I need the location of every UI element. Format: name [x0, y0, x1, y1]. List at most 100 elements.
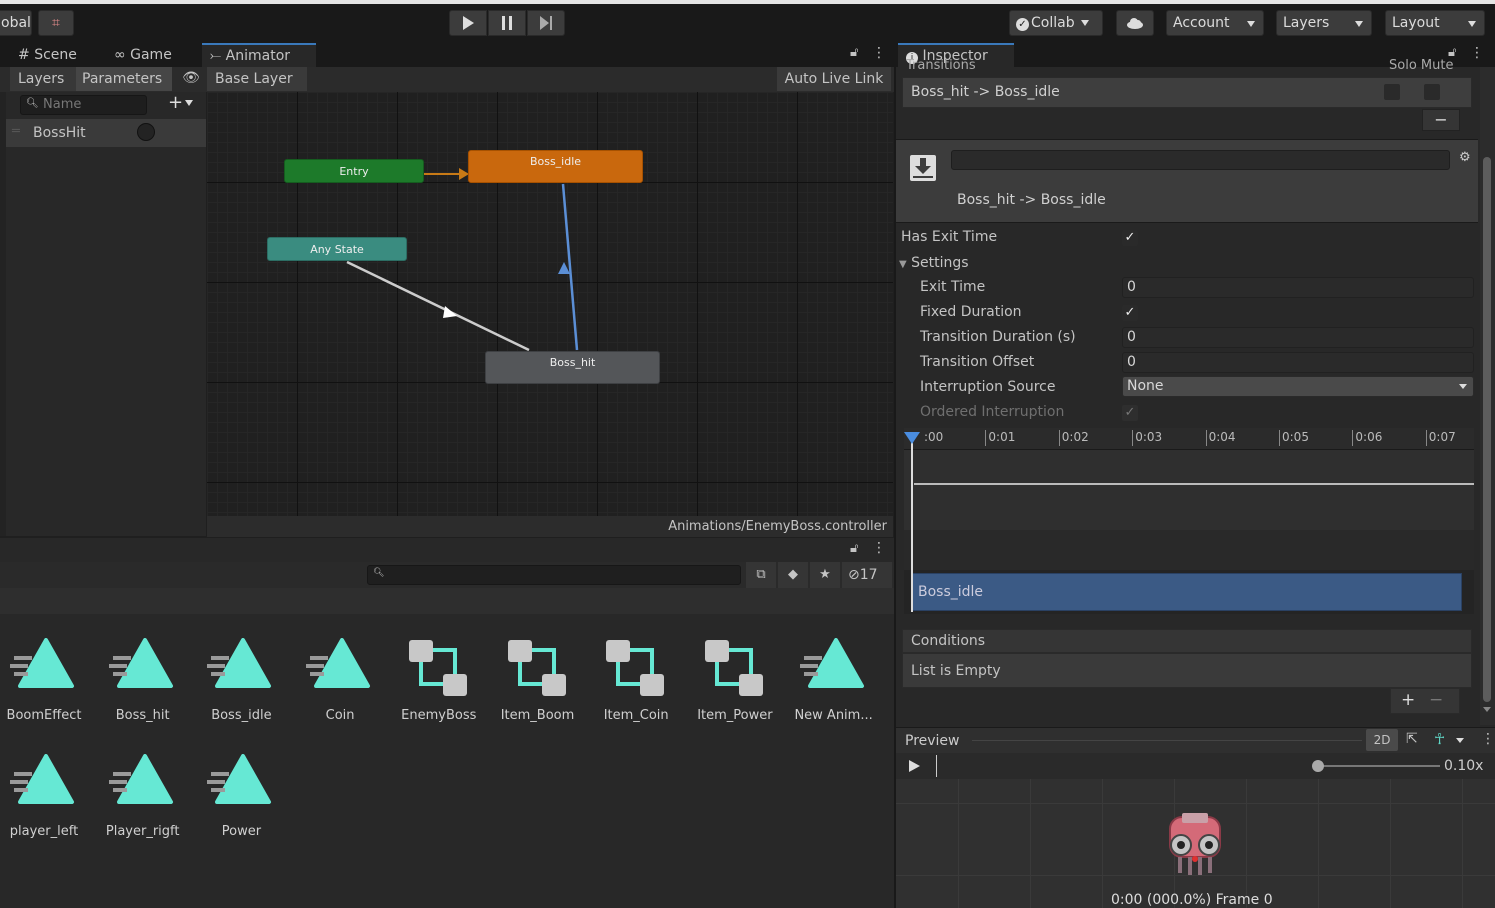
- transition-duration-field[interactable]: 0: [1122, 327, 1474, 348]
- add-condition-button[interactable]: +: [1401, 690, 1415, 710]
- transition-timeline[interactable]: :00 0:01 0:02 0:03 0:04 0:05 0:06 0:07 Boss_idl…: [904, 428, 1474, 614]
- project-search-input[interactable]: 🔍︎: [367, 565, 741, 585]
- chevron-down-icon[interactable]: [1456, 738, 1464, 743]
- pivot-icon[interactable]: ⇱: [1406, 731, 1418, 747]
- pause-button[interactable]: [488, 10, 526, 36]
- filter-by-label-button[interactable]: ◆: [778, 562, 808, 588]
- layers-dropdown[interactable]: Layers: [1276, 10, 1372, 36]
- tab-game-label: Game: [130, 47, 172, 63]
- project-breadcrumb-bar: [0, 588, 894, 614]
- asset-name: Boss_idle: [211, 708, 272, 723]
- global-toggle[interactable]: obal: [0, 10, 32, 36]
- exit-time-field[interactable]: 0: [1122, 277, 1474, 298]
- transitions-header: Transitions: [906, 58, 976, 70]
- cloud-icon: [1127, 18, 1143, 29]
- tab-game[interactable]: ∞ Game: [106, 43, 180, 67]
- remove-transition-button[interactable]: −: [1422, 109, 1460, 131]
- trigger-radio[interactable]: [137, 123, 155, 141]
- parameter-search-input[interactable]: 🔍︎ Name: [20, 95, 147, 115]
- add-parameter-button[interactable]: +: [168, 92, 194, 113]
- preview-drag-bar[interactable]: [972, 740, 1362, 741]
- project-toolbar: 🔍︎ ⧉ ◆ ★ ⊘17: [0, 562, 894, 588]
- tab-animator[interactable]: ⤚ Animator: [202, 43, 316, 67]
- lock-icon[interactable]: 🔓︎: [850, 45, 858, 60]
- eye-icon[interactable]: 👁︎: [176, 70, 206, 86]
- preview-viewport[interactable]: 0:00 (000.0%) Frame 0: [896, 779, 1495, 908]
- speed-slider-track[interactable]: [1318, 765, 1440, 767]
- preview-header: Preview 2D ⇱ ☥ ⋮: [896, 727, 1495, 753]
- ordered-interruption-checkbox: ✓: [1122, 405, 1138, 421]
- filter-by-type-button[interactable]: ⧉: [746, 562, 776, 588]
- transition-name-field[interactable]: [951, 150, 1450, 170]
- play-button[interactable]: [449, 10, 487, 36]
- layout-label: Layout: [1392, 15, 1440, 31]
- preview-time-cursor[interactable]: [936, 755, 937, 777]
- favorites-button[interactable]: ★: [810, 562, 840, 588]
- parameters-tab-button[interactable]: Parameters: [76, 67, 172, 91]
- speed-value: 0.10x: [1444, 758, 1484, 774]
- transition-title: Boss_hit -> Boss_idle: [957, 192, 1106, 208]
- inspector-scrollbar[interactable]: [1480, 67, 1495, 725]
- state-boss-idle[interactable]: Boss_idle: [468, 150, 643, 183]
- interruption-source-dropdown[interactable]: None: [1122, 376, 1474, 397]
- hidden-packages-button[interactable]: ⊘17: [842, 562, 892, 588]
- layers-tab-button[interactable]: Layers: [10, 67, 76, 91]
- parameter-name: BossHit: [33, 125, 86, 141]
- remove-condition-button[interactable]: −: [1429, 690, 1443, 710]
- solo-checkbox[interactable]: [1384, 84, 1400, 100]
- playhead[interactable]: [911, 434, 913, 612]
- source-clip-line: [914, 483, 1474, 485]
- mode-2d-toggle[interactable]: 2D: [1366, 729, 1398, 751]
- playhead-marker-icon[interactable]: [904, 432, 920, 444]
- animator-graph[interactable]: Entry Boss_idle Any State Boss_hit: [207, 92, 893, 516]
- lock-icon[interactable]: 🔓︎: [850, 541, 858, 556]
- parameter-row[interactable]: ═ BossHit: [6, 119, 206, 147]
- animation-clip-icon: [10, 638, 74, 688]
- step-button[interactable]: [527, 10, 565, 36]
- kebab-menu-icon[interactable]: ⋮: [872, 540, 886, 556]
- animation-clip-icon: [10, 754, 74, 804]
- fixed-duration-checkbox[interactable]: ✓: [1122, 305, 1138, 321]
- state-any-state[interactable]: Any State: [267, 237, 407, 261]
- cloud-button[interactable]: [1116, 10, 1154, 36]
- kebab-menu-icon[interactable]: ⋮: [872, 45, 886, 61]
- preview-readout: 0:00 (000.0%) Frame 0: [1111, 892, 1273, 908]
- kebab-menu-icon[interactable]: ⋮: [1470, 45, 1484, 61]
- preview-play-icon[interactable]: [909, 760, 920, 772]
- auto-live-link-button[interactable]: Auto Live Link: [777, 67, 891, 91]
- state-boss-hit[interactable]: Boss_hit: [485, 351, 660, 384]
- tab-scene-label: Scene: [34, 47, 77, 63]
- parameters-panel: 🔍︎ Name + ═ BossHit: [6, 92, 206, 536]
- project-panel: 🔓︎ ⋮ 🔍︎ ⧉ ◆ ★ ⊘17 BoomEffect Boss_hit Boss…: [0, 538, 894, 908]
- timeline-tick: 0:01: [985, 430, 1015, 446]
- destination-clip[interactable]: Boss_idle: [912, 573, 1462, 611]
- kebab-menu-icon[interactable]: ⋮: [1481, 731, 1495, 747]
- layout-dropdown[interactable]: Layout: [1385, 10, 1485, 36]
- drag-handle-icon[interactable]: ═: [12, 124, 20, 139]
- tab-scene[interactable]: # Scene: [10, 43, 85, 67]
- scrollbar-thumb[interactable]: [1483, 157, 1491, 702]
- mute-checkbox[interactable]: [1424, 84, 1440, 100]
- transition-list-item[interactable]: Boss_hit -> Boss_idle: [902, 77, 1472, 108]
- gap-track: [904, 530, 1474, 570]
- state-entry[interactable]: Entry: [284, 159, 424, 183]
- list-empty-label: List is Empty: [911, 663, 1001, 679]
- breadcrumb[interactable]: Base Layer: [207, 67, 307, 91]
- any-state-transition[interactable]: [346, 260, 530, 352]
- collab-dropdown[interactable]: ✓ Collab: [1009, 10, 1103, 36]
- conditions-list: List is Empty: [902, 653, 1472, 688]
- fixed-duration-label: Fixed Duration: [920, 304, 1022, 320]
- avatar-icon[interactable]: ☥: [1434, 730, 1445, 748]
- timeline-tick: 0:04: [1205, 430, 1236, 446]
- parameters-tab-label: Parameters: [82, 71, 163, 87]
- chevron-down-icon: [1355, 21, 1363, 27]
- account-dropdown[interactable]: Account: [1166, 10, 1264, 36]
- animation-clip-icon: [207, 638, 272, 688]
- scroll-down-icon[interactable]: [1483, 707, 1491, 712]
- transition-offset-field[interactable]: 0: [1122, 352, 1474, 373]
- speed-slider-handle[interactable]: [1312, 760, 1324, 772]
- gear-icon[interactable]: ⚙: [1459, 150, 1471, 165]
- settings-foldout[interactable]: ▼ Settings: [899, 255, 969, 271]
- has-exit-time-checkbox[interactable]: ✓: [1122, 230, 1138, 246]
- grid-snap-button[interactable]: ⌗: [38, 10, 74, 36]
